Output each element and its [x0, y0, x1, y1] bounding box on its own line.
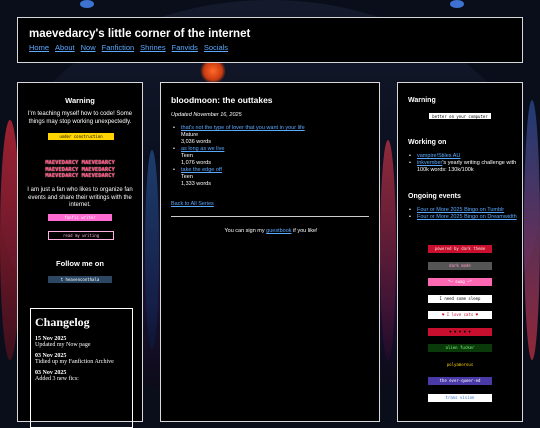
button-badge: powered by dark theme	[428, 245, 492, 253]
nav-about[interactable]: About	[55, 43, 75, 52]
guestbook-note: You can sign my guestbook if you like!	[161, 228, 381, 234]
main-content: bloodmoon: the outtakes Updated November…	[160, 82, 380, 422]
story-list: • that's not the type of lover that you …	[171, 125, 305, 188]
story-link[interactable]: take the edge off	[181, 167, 305, 174]
guestbook-pre: You can sign my	[224, 228, 267, 234]
list-item: • inkvember's yearly writing challenge wi…	[408, 160, 520, 174]
read-my-writing-badge[interactable]: read my writing	[48, 231, 114, 240]
nav-fanvids[interactable]: Fanvids	[172, 43, 198, 52]
button-badge: the ever-queer-ed	[428, 377, 492, 385]
back-to-series-link[interactable]: Back to All Series	[171, 201, 214, 207]
right-warning-heading: Warning	[408, 97, 436, 104]
working-on-heading: Working on	[408, 139, 447, 146]
story-rating: Teen	[181, 174, 193, 180]
changelog-text: Tidied up my Fanfiction Archive	[35, 359, 114, 365]
event-link[interactable]: Four or More 2025 Bingo on Tumblr	[417, 207, 504, 213]
story-words: 1,333 words	[181, 181, 211, 187]
changelog-title: Changelog	[35, 315, 90, 329]
story-rating: Mature	[181, 132, 199, 138]
bullet-icon: •	[409, 153, 411, 159]
working-link[interactable]: inkvember	[417, 160, 442, 166]
bullet-icon: •	[173, 167, 175, 173]
changelog-text: Added 3 new fics:	[35, 376, 79, 382]
warning-text: I'm teaching myself how to code! Some th…	[27, 111, 133, 125]
warning-heading: Warning	[65, 96, 95, 105]
site-title: maevedarcy's little corner of the intern…	[29, 28, 251, 40]
working-on-list: • vampire!Stiles AU • inkvember's yearly w…	[408, 153, 520, 174]
bullet-icon: •	[409, 214, 411, 220]
left-sidebar: Warning I'm teaching myself how to code!…	[17, 82, 143, 428]
button-badge: I need some sleep	[428, 294, 492, 303]
nav-fanfiction[interactable]: Fanfiction	[102, 43, 135, 52]
changelog-entry: 03 Nov 2025 Tidied up my Fanfiction Arch…	[35, 353, 128, 365]
button-badge: *~ swag ~*	[428, 278, 492, 286]
list-item: • as long as we live Teen 1,076 words	[171, 146, 305, 167]
series-title: bloodmoon: the outtakes	[171, 95, 273, 105]
maevedarcy-wordmark: MAEVEDARCY MAEVEDARCY MAEVEDARCY MAEVEDA…	[36, 160, 124, 180]
main-nav: Home About Now Fanfiction Shrines Fanvid…	[29, 43, 228, 52]
button-badge: trans vision	[428, 393, 492, 402]
nav-now[interactable]: Now	[81, 43, 96, 52]
nav-socials[interactable]: Socials	[204, 43, 228, 52]
ongoing-events-heading: Ongoing events	[408, 193, 461, 200]
tumblr-badge[interactable]: t heavenconthala	[48, 276, 112, 283]
fanfic-writer-badge: fanfic writer	[48, 214, 112, 221]
events-list: • Four or More 2025 Bingo on Tumblr • Four…	[408, 207, 520, 221]
button-badge: ♥ I love cats ♥	[428, 311, 492, 319]
bullet-icon: •	[409, 207, 411, 213]
guestbook-link[interactable]: guestbook	[266, 228, 291, 234]
bullet-icon: •	[409, 160, 411, 166]
list-item: • Four or More 2025 Bingo on Tumblr	[408, 207, 520, 214]
button-badge: dark mode	[428, 261, 492, 270]
follow-heading: Follow me on	[56, 259, 104, 268]
changelog-entry: 03 Nov 2025 Added 3 new fics:	[35, 370, 128, 382]
list-item: • take the edge off Teen 1,333 words	[171, 167, 305, 188]
divider	[171, 216, 369, 217]
under-construction-badge: under construction	[47, 132, 115, 141]
event-link[interactable]: Four or More 2025 Bingo on Dreamwidth	[417, 214, 517, 220]
story-words: 1,076 words	[181, 160, 211, 166]
button-badge: alien fucker	[428, 344, 492, 352]
story-link[interactable]: as long as we live	[181, 146, 305, 153]
story-words: 3,036 words	[181, 139, 211, 145]
changelog-text: Updated my Now page	[35, 342, 91, 348]
button-badge: ▼ ▼ ▼ ▼ ▼	[428, 327, 492, 336]
changelog-entry: 15 Nov 2025 Updated my Now page	[35, 336, 128, 348]
bullet-icon: •	[173, 125, 175, 131]
button-badge: polyamorous	[428, 360, 492, 369]
list-item: • vampire!Stiles AU	[408, 153, 520, 160]
story-link[interactable]: that's not the type of lover that you wa…	[181, 125, 305, 132]
guestbook-post: if you like!	[291, 228, 318, 234]
list-item: • that's not the type of lover that you …	[171, 125, 305, 146]
nav-shrines[interactable]: Shrines	[140, 43, 165, 52]
changelog-box: Changelog 15 Nov 2025 Updated my Now pag…	[30, 308, 133, 428]
fan-intro-text: I am just a fan who likes to organize fa…	[27, 187, 133, 208]
bullet-icon: •	[173, 146, 175, 152]
working-link[interactable]: vampire!Stiles AU	[417, 153, 460, 159]
list-item: • Four or More 2025 Bingo on Dreamwidth	[408, 214, 520, 221]
site-header: maevedarcy's little corner of the intern…	[17, 17, 523, 63]
better-on-computer-badge: better on your computer	[428, 112, 492, 120]
right-sidebar: Warning better on your computer Working …	[397, 82, 523, 422]
nav-home[interactable]: Home	[29, 43, 49, 52]
updated-date: Updated November 16, 2025	[171, 112, 242, 118]
story-rating: Teen	[181, 153, 193, 159]
wordmark-row-3: MAEVEDARCY MAEVEDARCY	[45, 173, 115, 179]
